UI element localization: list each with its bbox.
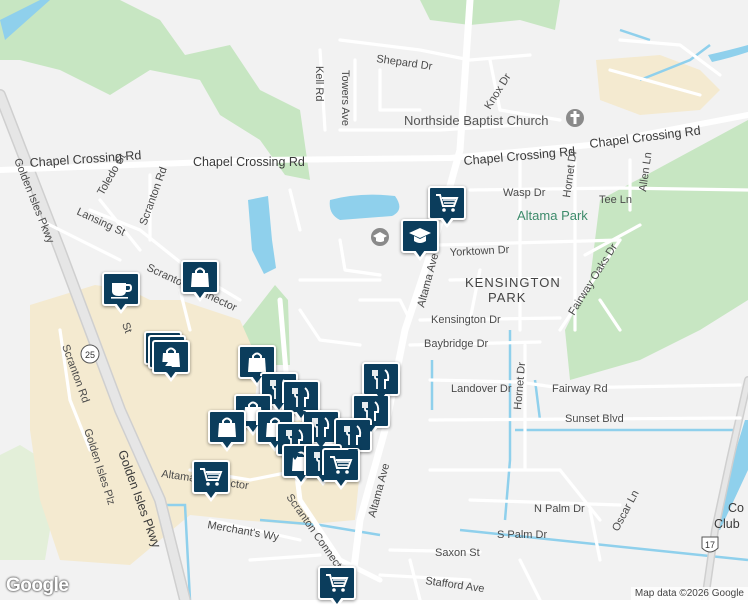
country-club-label-1: Co xyxy=(728,501,744,515)
school-poi-icon xyxy=(371,228,389,246)
shopping-bag-icon xyxy=(218,417,236,437)
fork-knife-icon xyxy=(292,387,310,407)
country-club-label-2: Club xyxy=(714,517,740,531)
shopping-bag-icon xyxy=(248,352,266,372)
northside-baptist-church-label: Northside Baptist Church xyxy=(404,113,549,128)
road-label-n-palm-dr: N Palm Dr xyxy=(534,503,585,515)
road-label-fairway-rd: Fairway Rd xyxy=(552,383,608,395)
fork-knife-icon xyxy=(372,369,390,389)
road-label-kell-rd: Kell Rd xyxy=(313,66,325,101)
shopping-cart-icon xyxy=(200,468,223,486)
google-logo[interactable]: Google xyxy=(6,575,69,597)
route-17-shield: 17 xyxy=(701,536,719,553)
road-label-s-palm-dr: S Palm Dr xyxy=(497,529,547,541)
route-25-shield: 25 xyxy=(80,344,100,364)
road-label-landover-dr: Landover Dr xyxy=(451,383,512,395)
fork-knife-icon xyxy=(344,425,362,445)
restaurant-marker[interactable] xyxy=(362,362,400,404)
park-label: PARK xyxy=(488,290,526,305)
road-label-towers-ave: Towers Ave xyxy=(339,70,351,126)
shopping-marker[interactable] xyxy=(208,410,246,452)
route-25-label: 25 xyxy=(85,350,95,360)
grocery-marker[interactable] xyxy=(318,566,356,608)
grocery-marker[interactable] xyxy=(192,460,230,502)
shopping-cart-icon xyxy=(436,194,459,212)
cafe-marker[interactable] xyxy=(102,272,140,314)
restaurant-marker[interactable] xyxy=(282,380,320,422)
road-label-chapel-crossing-2: Chapel Crossing Rd xyxy=(193,155,305,169)
shopping-cart-icon xyxy=(326,574,349,592)
map-data-attribution[interactable]: Map data ©2026 Google xyxy=(630,587,748,600)
church-icon xyxy=(566,109,584,127)
grocery-marker[interactable] xyxy=(428,186,466,228)
road-label-sunset-blvd: Sunset Blvd xyxy=(565,413,624,425)
shopping-cart-icon xyxy=(330,456,353,474)
coffee-cup-icon xyxy=(111,283,133,299)
graduation-cap-icon xyxy=(409,228,431,243)
road-label-baybridge-dr: Baybridge Dr xyxy=(424,338,489,350)
school-marker[interactable] xyxy=(401,219,439,261)
altama-park-label: Altama Park xyxy=(517,208,588,223)
shopping-bag-icon xyxy=(191,267,209,287)
road-label-tee-ln: Tee Ln xyxy=(599,194,632,206)
road-label-kensington-dr: Kensington Dr xyxy=(431,314,501,326)
shopping-marker[interactable] xyxy=(181,260,219,302)
road-label-wasp-dr: Wasp Dr xyxy=(503,187,546,199)
route-17-label: 17 xyxy=(705,540,715,550)
kensington-label: KENSINGTON xyxy=(465,275,561,290)
road-label-saxon-st: Saxon St xyxy=(435,547,480,559)
